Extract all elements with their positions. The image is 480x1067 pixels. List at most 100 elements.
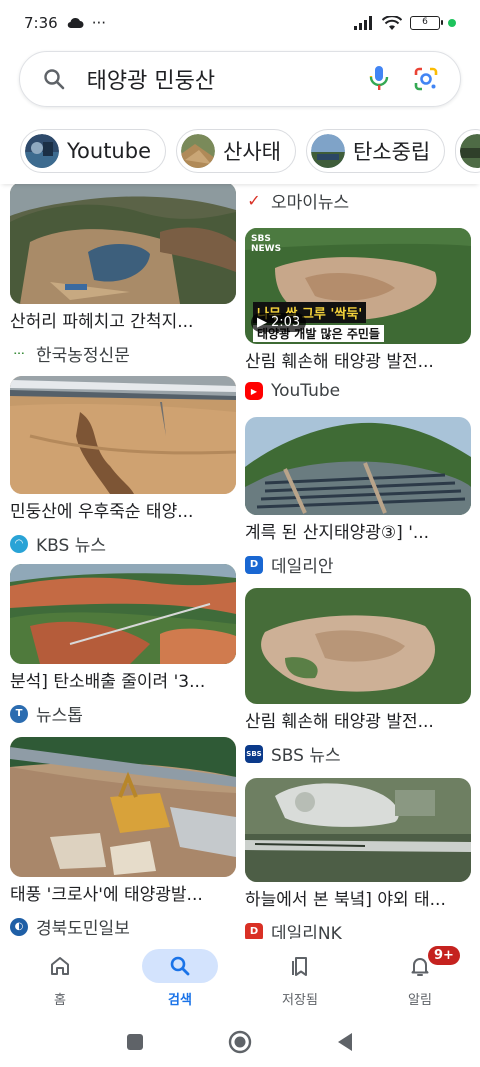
source-favicon-icon: ✓ <box>245 191 263 210</box>
cloud-icon <box>67 17 84 29</box>
search-icon <box>170 956 190 975</box>
home-icon <box>51 956 69 975</box>
chip-label: 탄소중립 <box>352 140 431 164</box>
result-card[interactable]: 계륵 된 산지태양광③] '... D 데일리안 <box>245 417 471 577</box>
result-title[interactable]: 산림 훼손해 태양광 발전... <box>245 351 471 373</box>
search-icon <box>36 59 73 99</box>
suggestion-chips: Youtube 산사태 탄소중립 <box>0 118 480 184</box>
source-favicon-icon: ᐧᐧᐧ <box>10 344 28 363</box>
collections-icon <box>292 956 307 976</box>
result-thumbnail[interactable] <box>245 417 471 515</box>
result-source[interactable]: D 데일리안 <box>245 552 471 577</box>
nav-search[interactable]: 검색 <box>120 940 240 1016</box>
result-source[interactable]: SBS SBS 뉴스 <box>245 741 471 766</box>
status-time: 7:36 <box>24 14 58 32</box>
result-source[interactable]: ᐧᐧᐧ 한국농정신문 <box>10 341 236 366</box>
chip-label: Youtube <box>67 139 151 163</box>
result-card[interactable]: ✓ 오마이뉴스 <box>245 188 471 213</box>
result-thumbnail[interactable] <box>10 564 236 664</box>
source-favicon-icon: T <box>10 704 28 723</box>
nav-pill <box>262 949 338 983</box>
search-box[interactable] <box>19 51 461 107</box>
result-source-name: 뉴스톱 <box>36 706 83 726</box>
chip-thumbnail <box>310 134 345 168</box>
nav-label: 홈 <box>54 992 66 1008</box>
privacy-dot <box>448 19 456 27</box>
result-source-name: YouTube <box>271 381 341 401</box>
result-thumbnail[interactable]: SBS NEWS 나무 싹 그루 '싹둑' 태양광 개발 많은 주민들 ▶ 2:… <box>245 228 471 344</box>
result-source-name: KBS 뉴스 <box>36 536 106 556</box>
recents-icon[interactable] <box>126 1033 144 1051</box>
status-bar: 7:36 ··· 6 <box>0 0 480 46</box>
image-results-grid: 산허리 파헤치고 간척지... ᐧᐧᐧ 한국농정신문 민둥산에 우후죽순 태양.… <box>0 184 480 939</box>
result-title[interactable]: 산허리 파헤치고 간척지... <box>10 311 236 333</box>
result-source[interactable]: ▶ YouTube <box>245 381 471 401</box>
wifi-icon <box>382 15 402 30</box>
result-thumbnail[interactable] <box>10 184 236 304</box>
microphone-icon[interactable] <box>361 59 398 99</box>
result-thumbnail[interactable] <box>245 588 471 704</box>
result-source[interactable]: ◐ 경북도민일보 <box>10 914 236 939</box>
video-duration-badge: ▶ 2:03 <box>251 313 307 332</box>
chip-thumbnail <box>25 134 59 168</box>
source-favicon-icon: ◠ <box>10 534 28 553</box>
result-title[interactable]: 태풍 '크로사'에 태양광발... <box>10 884 236 906</box>
nav-pill <box>142 948 218 983</box>
result-source-name: 데일리안 <box>271 557 334 577</box>
result-source-name: 오마이뉴스 <box>271 193 350 213</box>
result-card[interactable]: 산허리 파헤치고 간척지... ᐧᐧᐧ 한국농정신문 <box>10 184 236 366</box>
back-icon[interactable] <box>336 1032 354 1052</box>
nav-pill <box>22 949 98 983</box>
youtube-icon: ▶ <box>245 382 263 400</box>
result-source[interactable]: D 데일리NK <box>245 919 471 939</box>
bottom-navigation: 홈 검색 저장됨 알림 9+ <box>0 940 480 1016</box>
chip-thumbnail <box>181 134 215 168</box>
chip-carbon-neutral[interactable]: 탄소중립 <box>305 129 446 173</box>
nav-label: 저장됨 <box>282 992 318 1008</box>
nav-home[interactable]: 홈 <box>0 940 120 1016</box>
nav-notifications[interactable]: 알림 9+ <box>360 940 480 1016</box>
result-source-name: 데일리NK <box>271 924 342 939</box>
result-card[interactable]: 태풍 '크로사'에 태양광발... ◐ 경북도민일보 <box>10 737 236 939</box>
result-title[interactable]: 민둥산에 우후죽순 태양... <box>10 501 236 523</box>
source-favicon-icon: D <box>245 555 263 574</box>
source-favicon-icon: D <box>245 922 263 939</box>
result-source-name: SBS 뉴스 <box>271 746 341 766</box>
news-logo: SBS NEWS <box>251 234 282 254</box>
source-favicon-icon: ◐ <box>10 917 28 936</box>
result-card[interactable]: SBS NEWS 나무 싹 그루 '싹둑' 태양광 개발 많은 주민들 ▶ 2:… <box>245 228 471 401</box>
result-thumbnail[interactable] <box>10 737 236 877</box>
result-card[interactable]: 산림 훼손해 태양광 발전... SBS SBS 뉴스 <box>245 588 471 766</box>
result-card[interactable]: 하늘에서 본 북녘] 야외 태... D 데일리NK <box>245 778 471 939</box>
result-thumbnail[interactable] <box>10 376 236 494</box>
google-lens-icon[interactable] <box>407 59 444 99</box>
chip-landslide[interactable]: 산사태 <box>176 129 296 173</box>
play-icon: ▶ <box>257 315 267 330</box>
chip-thumbnail <box>460 134 480 168</box>
signal-icon <box>354 16 372 30</box>
nav-label: 알림 <box>408 992 432 1008</box>
video-duration: 2:03 <box>271 315 301 330</box>
result-source[interactable]: ◠ KBS 뉴스 <box>10 531 236 556</box>
status-more: ··· <box>91 14 106 32</box>
result-card[interactable]: 민둥산에 우후죽순 태양... ◠ KBS 뉴스 <box>10 376 236 556</box>
nav-saved[interactable]: 저장됨 <box>240 940 360 1016</box>
result-source[interactable]: ✓ 오마이뉴스 <box>245 188 471 213</box>
battery-icon: 6 <box>410 16 443 30</box>
result-card[interactable]: 분석] 탄소배출 줄이려 '3... T 뉴스톱 <box>10 564 236 726</box>
result-source[interactable]: T 뉴스톱 <box>10 701 236 726</box>
home-circle-icon[interactable] <box>228 1030 252 1054</box>
result-source-name: 한국농정신문 <box>36 346 130 366</box>
nav-label: 검색 <box>168 992 192 1008</box>
result-title[interactable]: 하늘에서 본 북녘] 야외 태... <box>245 889 471 911</box>
result-title[interactable]: 분석] 탄소배출 줄이려 '3... <box>10 671 236 693</box>
notification-badge: 9+ <box>428 946 460 965</box>
result-title[interactable]: 계륵 된 산지태양광③] '... <box>245 522 471 544</box>
source-favicon-icon: SBS <box>245 744 263 763</box>
result-thumbnail[interactable] <box>245 778 471 882</box>
chip-more[interactable] <box>455 129 480 173</box>
search-input[interactable] <box>86 66 361 92</box>
chip-youtube[interactable]: Youtube <box>20 129 166 173</box>
result-source-name: 경북도민일보 <box>36 919 130 939</box>
result-title[interactable]: 산림 훼손해 태양광 발전... <box>245 711 471 733</box>
